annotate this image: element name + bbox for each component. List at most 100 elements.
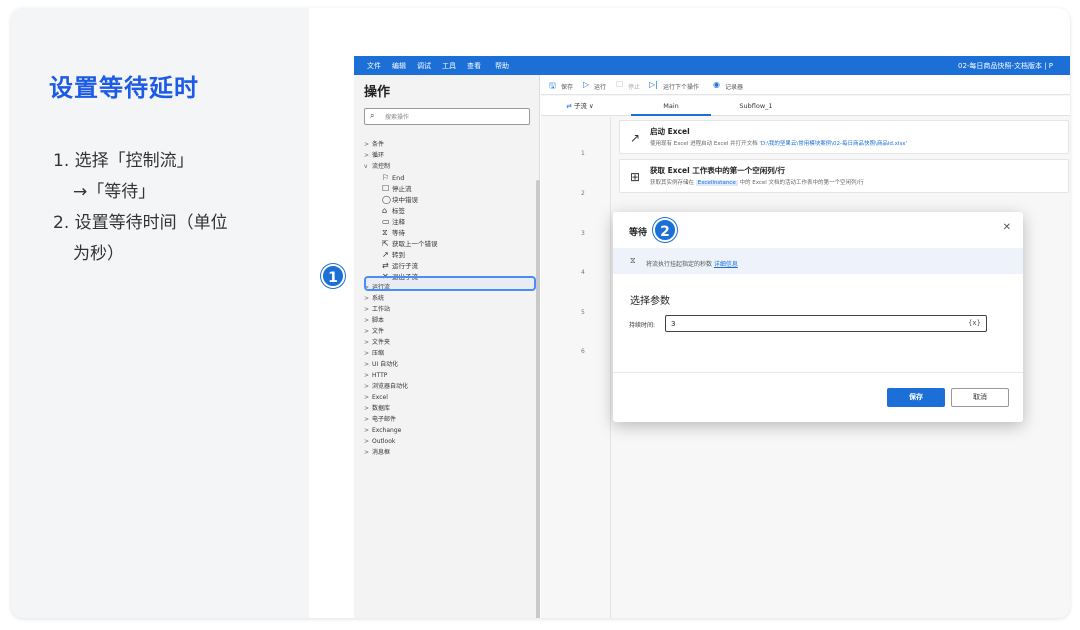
tree-label: 电子邮件 <box>372 416 397 423</box>
tree-label: HTTP <box>372 372 388 379</box>
step-marker-2: 2 <box>653 218 677 242</box>
chevron-down-icon: v <box>364 163 368 170</box>
tree-label: 条件 <box>372 141 385 148</box>
menu-file[interactable]: 文件 <box>367 61 381 71</box>
tree-item[interactable]: > 文件 <box>364 326 438 337</box>
action-on-block-error[interactable]: ◯块中错误 <box>364 194 438 205</box>
step-2-line-1: 2. 设置等待时间（单位 <box>53 213 228 233</box>
tree-label: Excel <box>372 394 388 401</box>
action-goto[interactable]: ↗ 转到 <box>364 249 438 260</box>
action-title: 获取 Excel 工作表中的第一个空闲列/行 <box>650 166 786 175</box>
action-get-first-free-row[interactable]: ⊞ 获取 Excel 工作表中的第一个空闲列/行 获取其实例存储在 ExcelI… <box>619 159 1069 193</box>
action-run-subflow[interactable]: ⇄ 运行子流 <box>364 260 438 271</box>
chevron-right-icon: > <box>364 405 370 412</box>
tree-item-conditions[interactable]: > 条件 <box>364 139 438 150</box>
dialog-title: 等待 <box>629 228 648 238</box>
duration-label: 持续时间: <box>629 322 656 329</box>
action-stop-flow[interactable]: ☐ 停止流 <box>364 183 438 194</box>
chevron-down-icon: ∨ <box>586 102 594 110</box>
subflow-label: 子流 <box>573 102 587 110</box>
line-number: 4 <box>581 269 585 276</box>
action-end[interactable]: ⚐ End <box>364 172 438 183</box>
tree-item[interactable]: > 数据库 <box>364 403 438 414</box>
line-number: 5 <box>581 309 585 316</box>
more-info-link[interactable]: 详细信息 <box>714 261 738 268</box>
line-numbers: 1 2 3 4 5 6 <box>541 117 611 618</box>
tree-label: 数据库 <box>372 405 391 412</box>
desc-text: 中的 Excel 文档的活动工作表中的第一个空闲列/行 <box>737 180 864 186</box>
chevron-right-icon: > <box>364 361 370 368</box>
variable-picker-button[interactable]: {x} <box>968 319 981 327</box>
action-comment[interactable]: ▭ 注释 <box>364 216 438 227</box>
tree-item[interactable]: > Outlook <box>364 436 438 447</box>
menu-debug[interactable]: 调试 <box>417 61 431 71</box>
tree-label: 工作站 <box>372 306 391 313</box>
line-number: 2 <box>581 190 585 197</box>
action-description: 使用现有 Excel 进程启动 Excel 并打开文档 'D:\我的坚果云\常用… <box>650 139 907 147</box>
save-button[interactable]: 保存 <box>887 388 945 407</box>
flag-icon: ⚐ <box>382 173 390 182</box>
tab-subflow-1[interactable]: Subflow_1 <box>716 96 796 116</box>
cancel-button[interactable]: 取消 <box>951 388 1009 407</box>
toolbar-save-button[interactable]: 保存 <box>561 82 573 91</box>
info-text: 将流执行挂起指定的秒数 详细信息 <box>646 259 738 268</box>
menu-bar: 文件 编辑 调试 工具 查看 帮助 02-每日商品快照-文档版本 | P <box>354 56 1070 75</box>
step-marker-1: 1 <box>321 264 345 288</box>
tree-item[interactable]: > 系统 <box>364 293 438 304</box>
action-get-last-error[interactable]: ⇱ 获取上一个错误 <box>364 238 438 249</box>
tree-item[interactable]: > UI 自动化 <box>364 359 438 370</box>
search-input[interactable]: ⌕ 搜索操作 <box>364 108 530 125</box>
chevron-right-icon: > <box>364 372 370 379</box>
chevron-right-icon: > <box>364 317 370 324</box>
action-label-item[interactable]: ⌂ 标签 <box>364 205 438 216</box>
tree-item[interactable]: > 文件夹 <box>364 337 438 348</box>
hourglass-icon: ⧖ <box>630 256 636 265</box>
menu-edit[interactable]: 编辑 <box>392 61 406 71</box>
toolbar-stop-button[interactable]: 停止 <box>628 82 640 91</box>
tree-item[interactable]: > HTTP <box>364 370 438 381</box>
wait-dialog: 等待 2 ✕ ⧖ 将流执行挂起指定的秒数 详细信息 选择参数 持续时间: 3 {… <box>613 212 1023 422</box>
menu-tools[interactable]: 工具 <box>442 61 456 71</box>
line-number: 1 <box>581 150 585 157</box>
tree-item[interactable]: > 脚本 <box>364 315 438 326</box>
tree-label: 压缩 <box>372 350 385 357</box>
tree-item[interactable]: > 浏览器自动化 <box>364 381 438 392</box>
menu-view[interactable]: 查看 <box>467 61 481 71</box>
duration-input[interactable]: 3 {x} <box>665 315 987 332</box>
close-icon[interactable]: ✕ <box>1003 222 1011 233</box>
chevron-right-icon: > <box>364 306 370 313</box>
tree-label: 循环 <box>372 152 385 159</box>
tree-item[interactable]: > Excel <box>364 392 438 403</box>
designer-toolbar: 🖫 保存 ▷ 运行 ☐ 停止 ▷| 运行下个操作 ◉ 记录器 <box>541 75 1070 95</box>
menu-help[interactable]: 帮助 <box>495 61 509 71</box>
subflows-dropdown[interactable]: ⇄ 子流 ∨ <box>551 96 609 116</box>
action-label: 块中错误 <box>392 196 418 204</box>
tree-item-flow-control[interactable]: v 流控制 <box>364 161 438 172</box>
step-icon: ▷| <box>649 80 658 89</box>
action-label: 注释 <box>392 218 405 226</box>
tree-item[interactable]: > Exchange <box>364 425 438 436</box>
chevron-right-icon: > <box>364 339 370 346</box>
tree-item[interactable]: > 工作站 <box>364 304 438 315</box>
search-icon: ⌕ <box>370 111 375 120</box>
toolbar-run-next-button[interactable]: 运行下个操作 <box>663 82 699 91</box>
tree-item[interactable]: > 电子邮件 <box>364 414 438 425</box>
tab-main[interactable]: Main <box>631 96 711 116</box>
toolbar-recorder-button[interactable]: 记录器 <box>725 82 743 91</box>
sidebar-scrollbar[interactable] <box>536 180 540 618</box>
tutorial-title: 设置等待延时 <box>49 74 199 102</box>
tree-item-loops[interactable]: > 循环 <box>364 150 438 161</box>
search-placeholder: 搜索操作 <box>385 114 410 121</box>
tree-label: 浏览器自动化 <box>372 383 409 390</box>
chevron-right-icon: > <box>364 416 370 423</box>
action-wait[interactable]: ⧖ 等待 <box>364 227 438 238</box>
step-1-line-2: →「等待」 <box>73 182 156 202</box>
action-launch-excel[interactable]: ↗ 启动 Excel 使用现有 Excel 进程启动 Excel 并打开文档 '… <box>619 120 1069 154</box>
tree-item[interactable]: > 压缩 <box>364 348 438 359</box>
tree-item[interactable]: > 消息框 <box>364 447 438 458</box>
chevron-right-icon: > <box>364 152 370 159</box>
toolbar-run-button[interactable]: 运行 <box>594 82 606 91</box>
desc-path: 'D:\我的坚果云\常用模块案例\02-每日商品快照\商品id.xlsx' <box>759 141 908 147</box>
section-heading: 选择参数 <box>630 296 670 307</box>
tree-label: 消息框 <box>372 449 391 456</box>
